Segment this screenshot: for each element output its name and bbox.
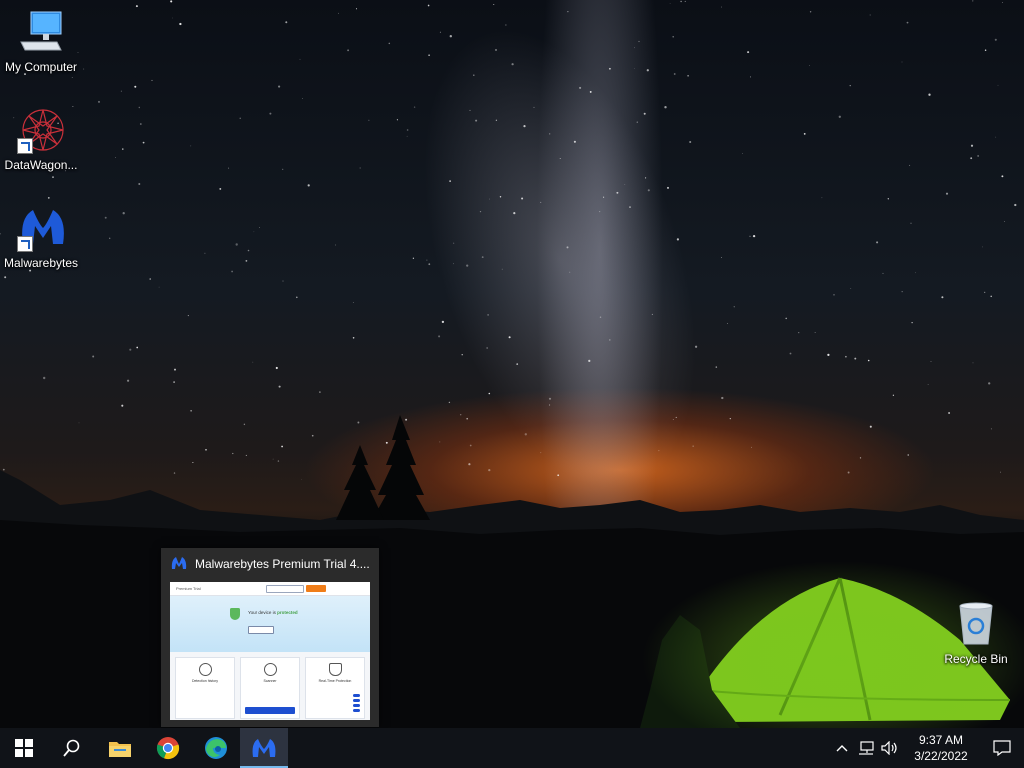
notification-icon: [993, 740, 1011, 756]
desktop-icon-label: My Computer: [4, 60, 78, 74]
notification-center-button[interactable]: [980, 728, 1024, 768]
thumbnail-cards: Detection history Scanner Real-Time Prot…: [170, 652, 370, 720]
network-icon[interactable]: [854, 728, 878, 768]
crosshair-icon: [263, 663, 277, 676]
toggle-icon: [353, 694, 360, 697]
thumbnail-app-name: Premium Trial: [176, 586, 201, 591]
shield-icon: [328, 663, 342, 676]
clock-time: 9:37 AM: [918, 733, 964, 747]
thumbnail-scan-button: [245, 707, 295, 714]
preview-title-bar: Malwarebytes Premium Trial 4....: [161, 548, 379, 580]
edge-icon: [205, 737, 227, 759]
desktop-icon-recycle-bin[interactable]: Recycle Bin: [935, 600, 1017, 666]
thumbnail-hero: Your device is protected: [170, 596, 370, 652]
taskbar: 9:37 AM 3/22/2022: [0, 728, 1024, 768]
shield-check-icon: [230, 608, 240, 620]
preview-title: Malwarebytes Premium Trial 4....: [195, 557, 370, 571]
file-explorer-button[interactable]: [96, 728, 144, 768]
desktop-icon-label: Recycle Bin: [944, 652, 1008, 666]
toggle-icon: [353, 709, 360, 712]
search-icon: [63, 739, 80, 757]
start-button[interactable]: [0, 728, 48, 768]
toggle-icon: [353, 704, 360, 707]
clock[interactable]: 9:37 AM 3/22/2022: [902, 732, 980, 764]
malwarebytes-taskbar-button[interactable]: [240, 728, 288, 768]
thumbnail-buy-button: [306, 585, 326, 592]
search-button[interactable]: [48, 728, 96, 768]
toggle-icon: [353, 699, 360, 702]
thumbnail-card-scanner: Scanner: [240, 657, 300, 719]
chrome-button[interactable]: [144, 728, 192, 768]
desktop-icon-malwarebytes[interactable]: Malwarebytes: [0, 204, 82, 270]
thumbnail-card-real-time-protection: Real-Time Protection: [305, 657, 365, 719]
thumbnail-view-report-button: [248, 626, 274, 634]
desktop-icon-my-computer[interactable]: My Computer: [0, 8, 82, 74]
taskbar-thumbnail-preview[interactable]: Malwarebytes Premium Trial 4.... Premium…: [161, 548, 379, 727]
desktop-icon-label: DataWagon...: [4, 158, 78, 172]
chevron-up-icon[interactable]: [830, 728, 854, 768]
edge-button[interactable]: [192, 728, 240, 768]
malwarebytes-icon: [17, 204, 65, 252]
desktop-icon-label: Malwarebytes: [3, 256, 79, 270]
malwarebytes-icon: [252, 739, 276, 757]
malwarebytes-window-thumbnail: Premium Trial Your device is protected D…: [170, 582, 370, 720]
computer-icon: [17, 8, 65, 56]
malwarebytes-icon: [171, 556, 187, 573]
clock-date: 3/22/2022: [914, 749, 968, 763]
folder-icon: [109, 742, 131, 757]
chrome-icon: [156, 737, 180, 760]
desktop-wallpaper: [0, 0, 1024, 728]
desktop-icon-datawagon[interactable]: DataWagon...: [0, 106, 82, 172]
thumbnail-topbar: Premium Trial: [170, 582, 370, 596]
shortcut-arrow-icon: [17, 138, 33, 154]
datawagon-icon: [17, 106, 65, 154]
clock-icon: [198, 663, 212, 676]
recycle-bin-icon: [952, 600, 1000, 648]
thumbnail-card-detection-history: Detection history: [175, 657, 235, 719]
thumbnail-activate-button: [266, 585, 304, 593]
system-tray: 9:37 AM 3/22/2022: [830, 728, 1024, 768]
thumbnail-status: Your device is protected: [248, 610, 298, 615]
shortcut-arrow-icon: [17, 236, 33, 252]
volume-icon[interactable]: [878, 728, 902, 768]
windows-logo-icon: [15, 739, 33, 757]
